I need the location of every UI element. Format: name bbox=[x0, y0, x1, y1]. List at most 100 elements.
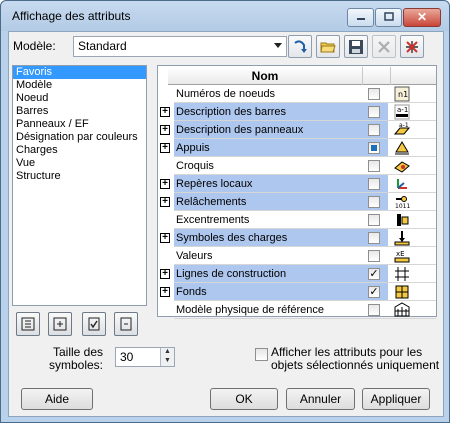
taille-label: Taille des symboles: bbox=[49, 346, 103, 372]
title-bar: Affichage des attributs ✕ bbox=[1, 1, 449, 31]
dialog-client: Modèle: Standard Favoris Modèle Noeud Ba… bbox=[8, 31, 444, 417]
row-name: Lignes de construction bbox=[174, 265, 360, 283]
ok-button[interactable]: OK bbox=[210, 388, 278, 410]
row-checkbox-cell: ✓ bbox=[360, 265, 388, 283]
table-row[interactable]: + Lignes de construction ✓ bbox=[158, 265, 436, 283]
expand-all-button[interactable] bbox=[16, 312, 40, 336]
row-icon-cell bbox=[390, 229, 436, 247]
row-checkbox[interactable]: ✓ bbox=[368, 286, 380, 298]
row-icon-cell: a-1 bbox=[390, 103, 436, 121]
category-list[interactable]: Favoris Modèle Noeud Barres Panneaux / E… bbox=[12, 65, 147, 306]
row-checkbox-cell bbox=[360, 229, 388, 247]
row-checkbox-cell bbox=[360, 211, 388, 229]
row-checkbox[interactable] bbox=[368, 124, 380, 136]
check-all-button[interactable] bbox=[82, 312, 106, 336]
expand-icon[interactable]: + bbox=[160, 287, 170, 297]
table-row[interactable]: + Fonds ✓ bbox=[158, 283, 436, 301]
table-row[interactable]: Modèle physique de référence bbox=[158, 301, 436, 319]
save-icon bbox=[349, 40, 363, 54]
list-item[interactable]: Barres bbox=[13, 105, 146, 118]
open-button[interactable] bbox=[316, 35, 340, 58]
selected-only-line2: objets sélectionnés uniquement bbox=[271, 358, 440, 372]
row-checkbox[interactable] bbox=[368, 304, 380, 316]
row-checkbox[interactable] bbox=[368, 88, 380, 100]
table-row[interactable]: Numéros de noeuds n1 bbox=[158, 85, 436, 103]
list-item[interactable]: Charges bbox=[13, 144, 146, 157]
reload-button[interactable] bbox=[288, 35, 312, 58]
row-name: Symboles des charges bbox=[174, 229, 360, 247]
row-checkbox[interactable]: ✓ bbox=[368, 268, 380, 280]
list-item[interactable]: Structure bbox=[13, 170, 146, 183]
table-row[interactable]: + Appuis bbox=[158, 139, 436, 157]
expand-icon[interactable]: + bbox=[160, 269, 170, 279]
row-checkbox[interactable] bbox=[368, 250, 380, 262]
row-name: Relâchements bbox=[174, 193, 360, 211]
modele-combobox[interactable]: Standard bbox=[73, 36, 287, 57]
list-item[interactable]: Désignation par couleurs bbox=[13, 131, 146, 144]
row-checkbox[interactable] bbox=[368, 196, 380, 208]
row-icon-cell bbox=[390, 157, 436, 175]
delete-button[interactable] bbox=[372, 35, 396, 58]
collapse-all-button[interactable] bbox=[48, 312, 72, 336]
row-name: Excentrements bbox=[176, 214, 250, 226]
svg-text:a-1: a-1 bbox=[397, 106, 408, 114]
list-item[interactable]: Noeud bbox=[13, 92, 146, 105]
minimize-button[interactable] bbox=[347, 8, 374, 27]
table-row[interactable]: Valeurs xE bbox=[158, 247, 436, 265]
column-separator bbox=[390, 67, 391, 85]
table-row[interactable]: Excentrements bbox=[158, 211, 436, 229]
row-checkbox[interactable] bbox=[368, 106, 380, 118]
backgrounds-icon bbox=[395, 285, 409, 299]
svg-text:xE: xE bbox=[396, 250, 405, 258]
list-item[interactable]: Vue bbox=[13, 157, 146, 170]
taille-label-line2: symboles: bbox=[49, 358, 104, 372]
table-row[interactable]: + Description des barres a-1 bbox=[158, 103, 436, 121]
list-item[interactable]: Favoris bbox=[13, 66, 146, 79]
expand-icon[interactable]: + bbox=[160, 197, 170, 207]
cancel-button[interactable]: Annuler bbox=[286, 388, 355, 410]
uncheck-all-icon bbox=[120, 317, 132, 331]
expand-icon[interactable]: + bbox=[160, 143, 170, 153]
apply-button[interactable]: Appliquer bbox=[362, 388, 430, 410]
row-checkbox-cell: ✓ bbox=[360, 283, 388, 301]
list-item[interactable]: Modèle bbox=[13, 79, 146, 92]
table-row[interactable]: + Description des panneaux a-1 bbox=[158, 121, 436, 139]
selected-only-checkbox[interactable] bbox=[255, 348, 268, 361]
row-divider bbox=[174, 318, 436, 319]
save-button[interactable] bbox=[344, 35, 368, 58]
row-checkbox[interactable] bbox=[368, 232, 380, 244]
table-row[interactable]: + Symboles des charges bbox=[158, 229, 436, 247]
spin-up-icon[interactable]: ▲ bbox=[161, 348, 174, 357]
spin-down-icon[interactable]: ▼ bbox=[161, 357, 174, 366]
row-checkbox-cell bbox=[360, 103, 388, 121]
panel-description-icon: a-1 bbox=[394, 122, 410, 135]
help-button[interactable]: Aide bbox=[21, 388, 93, 410]
row-icon-cell: n1 bbox=[390, 85, 436, 103]
row-checkbox[interactable] bbox=[368, 142, 380, 154]
table-row[interactable]: + Repères locaux bbox=[158, 175, 436, 193]
list-item[interactable]: Panneaux / EF bbox=[13, 118, 146, 131]
row-checkbox[interactable] bbox=[368, 214, 380, 226]
table-row[interactable]: + Relâchements 1011 bbox=[158, 193, 436, 211]
open-folder-icon bbox=[320, 42, 336, 53]
load-symbols-icon bbox=[394, 231, 410, 246]
chevron-down-icon[interactable] bbox=[274, 43, 282, 48]
reset-button[interactable] bbox=[400, 35, 424, 58]
close-button[interactable]: ✕ bbox=[403, 8, 441, 27]
column-separator bbox=[362, 67, 363, 85]
maximize-button[interactable] bbox=[375, 8, 402, 27]
expand-icon[interactable]: + bbox=[160, 179, 170, 189]
svg-text:1011: 1011 bbox=[395, 203, 410, 210]
uncheck-all-button[interactable] bbox=[114, 312, 138, 336]
table-row[interactable]: Croquis bbox=[158, 157, 436, 175]
expand-icon[interactable]: + bbox=[160, 125, 170, 135]
minimize-icon bbox=[356, 18, 365, 20]
row-checkbox[interactable] bbox=[368, 160, 380, 172]
expand-icon[interactable]: + bbox=[160, 233, 170, 243]
row-checkbox-cell bbox=[360, 85, 388, 103]
spin-buttons: ▲ ▼ bbox=[160, 348, 174, 366]
taille-spinbox[interactable]: 30 ▲ ▼ bbox=[115, 347, 175, 367]
row-icon-cell: xE bbox=[390, 247, 436, 265]
row-checkbox[interactable] bbox=[368, 178, 380, 190]
expand-icon[interactable]: + bbox=[160, 107, 170, 117]
